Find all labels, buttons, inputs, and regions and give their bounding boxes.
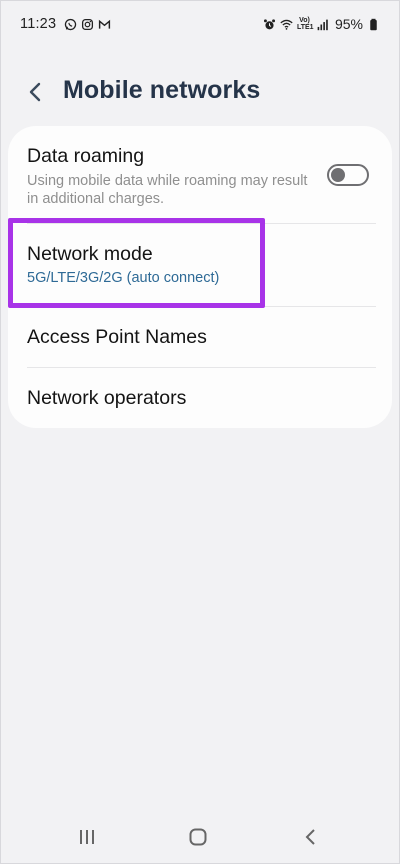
data-roaming-subtitle: Using mobile data while roaming may resu… (27, 173, 308, 207)
app-header: Mobile networks (0, 64, 400, 120)
signal-icon (316, 18, 329, 31)
toggle-knob (331, 168, 345, 182)
page-title: Mobile networks (63, 76, 261, 104)
network-operators-row[interactable]: Network operators (8, 368, 392, 428)
alarm-icon (263, 18, 276, 31)
navigation-bar (0, 812, 400, 864)
access-point-names-row[interactable]: Access Point Names (8, 307, 392, 367)
access-point-names-title: Access Point Names (27, 326, 207, 348)
battery-icon (367, 18, 380, 31)
data-roaming-toggle[interactable] (327, 164, 369, 186)
network-mode-highlight (8, 218, 265, 308)
lte-icon: Vo) LTE1 (296, 17, 314, 31)
status-bar: 11:23 Vo) LTE1 95% (0, 0, 400, 48)
back-nav-icon (303, 827, 317, 847)
network-operators-title: Network operators (27, 387, 187, 409)
recents-icon (78, 828, 96, 846)
chevron-left-icon (26, 81, 44, 103)
screen: 11:23 Vo) LTE1 95% Mobile networks Data … (0, 0, 400, 864)
home-button[interactable] (180, 822, 216, 852)
battery-percent: 95% (334, 16, 363, 32)
data-roaming-title: Data roaming (27, 145, 145, 167)
instagram-icon (81, 18, 94, 31)
whatsapp-icon (64, 18, 77, 31)
gmail-icon (98, 18, 111, 31)
recents-button[interactable] (69, 822, 105, 852)
wifi-icon (280, 18, 293, 31)
back-button[interactable] (20, 77, 50, 107)
status-time: 11:23 (20, 16, 57, 32)
back-nav-button[interactable] (292, 822, 328, 852)
status-left: 11:23 (20, 16, 111, 32)
home-icon (188, 827, 208, 847)
status-right: Vo) LTE1 95% (263, 16, 380, 32)
data-roaming-row[interactable]: Data roaming Using mobile data while roa… (8, 126, 392, 222)
